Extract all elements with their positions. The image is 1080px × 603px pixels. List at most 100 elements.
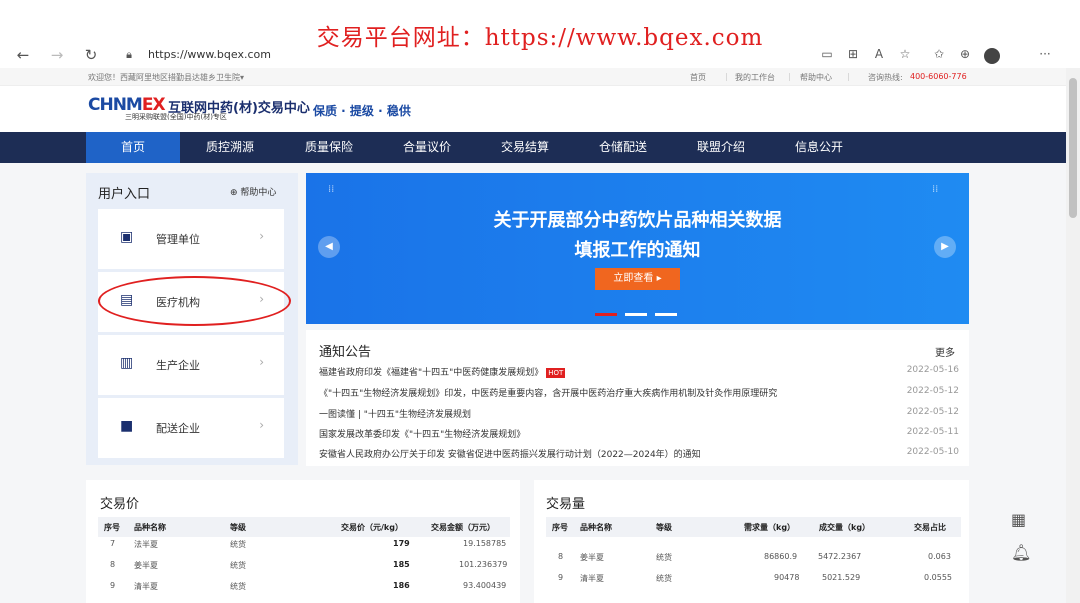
chevron-right-icon: › <box>259 418 264 432</box>
col-header: 等级 <box>230 523 246 532</box>
entry-manufacturer[interactable]: ▥ 生产企业 › <box>98 335 284 395</box>
cell: 统货 <box>230 540 246 549</box>
cell: 法半夏 <box>134 540 158 549</box>
nav-volume-bargain[interactable]: 合量议价 <box>380 132 474 163</box>
logo-sub: 三明采购联盟(全国)中药(材)专区 <box>125 113 227 121</box>
notice-date: 2022-05-10 <box>906 447 959 457</box>
separator: | <box>847 72 850 81</box>
nav-home[interactable]: 首页 <box>86 132 180 163</box>
col-header: 交易金额（万元） <box>431 523 495 532</box>
notice-text: 安徽省人民政府办公厅关于印发 安徽省促进中医药振兴发展行动计划（2022—202… <box>319 450 701 460</box>
cell: 5472.2367 <box>818 552 862 561</box>
notice-date: 2022-05-12 <box>906 407 959 417</box>
carousel-prev-icon[interactable]: ◀ <box>318 236 340 258</box>
cell: 9 <box>110 581 116 590</box>
factory-icon: ▥ <box>120 355 134 371</box>
welcome-text[interactable]: 欢迎您！西藏阿里地区措勤县达雄乡卫生院▾ <box>88 72 244 83</box>
link-home[interactable]: 首页 <box>690 72 706 83</box>
link-help[interactable]: 帮助中心 <box>800 72 832 83</box>
banner-view-button[interactable]: 立即查看 ▸ <box>595 268 680 290</box>
notice-date: 2022-05-12 <box>906 386 959 396</box>
cell: 0.063 <box>928 552 951 561</box>
help-center-link[interactable]: ⊕ 帮助中心 <box>230 185 276 198</box>
carousel-next-icon[interactable]: ▶ <box>934 236 956 258</box>
cell: 19.158785 <box>463 539 507 548</box>
entry-label: 配送企业 <box>156 422 200 435</box>
separator: | <box>788 72 791 81</box>
banner-title-line2: 填报工作的通知 <box>574 240 701 261</box>
bell-icon[interactable]: 🔔︎ <box>1011 543 1031 562</box>
chevron-right-icon: › <box>259 229 264 243</box>
notice-item[interactable]: 一图读懂 | "十四五"生物经济发展规划 2022-05-12 <box>319 407 959 422</box>
cell: 7 <box>110 539 116 548</box>
entry-delivery[interactable]: ■ 配送企业 › <box>98 398 284 458</box>
notice-item[interactable]: 安徽省人民政府办公厅关于印发 安徽省促进中医药振兴发展行动计划（2022—202… <box>319 447 959 462</box>
top-strip: 欢迎您！西藏阿里地区措勤县达雄乡卫生院▾ 首页 | 我的工作台 | 帮助中心 |… <box>0 68 1066 86</box>
chevron-right-icon: › <box>259 355 264 369</box>
cell: 8 <box>558 552 564 561</box>
main-nav: 首页 质控溯源 质量保险 合量议价 交易结算 仓储配送 联盟介绍 信息公开 <box>0 132 1066 163</box>
col-header: 需求量（kg） <box>744 523 796 532</box>
user-entry-title: 用户入口 <box>98 187 151 202</box>
cell: 9 <box>558 573 564 582</box>
separator: | <box>725 72 728 81</box>
notice-date: 2022-05-11 <box>906 427 959 437</box>
col-header: 序号 <box>104 523 120 532</box>
slogan: 保质 · 提级 · 稳供 <box>313 104 411 118</box>
notice-title: 通知公告 <box>319 345 372 360</box>
hotline-label: 咨询热线: <box>868 73 903 82</box>
building-icon: ▣ <box>120 229 134 245</box>
notice-text: 一图读懂 | "十四五"生物经济发展规划 <box>319 410 472 420</box>
col-header: 成交量（kg） <box>819 523 871 532</box>
trade-volume-title: 交易量 <box>546 497 586 512</box>
nav-quality-insurance[interactable]: 质量保险 <box>282 132 376 163</box>
cell: 86860.9 <box>764 552 798 561</box>
col-header: 序号 <box>552 523 568 532</box>
nav-storage-delivery[interactable]: 仓储配送 <box>576 132 670 163</box>
col-header: 品种名称 <box>134 523 166 532</box>
qr-code-icon[interactable]: ▦ <box>1011 510 1026 529</box>
trade-price-title: 交易价 <box>100 497 140 512</box>
cell: 185 <box>393 560 410 569</box>
nav-info-disclosure[interactable]: 信息公开 <box>772 132 866 163</box>
cell: 8 <box>110 560 116 569</box>
entry-management[interactable]: ▣ 管理单位 › <box>98 209 284 269</box>
notice-more-link[interactable]: 更多 <box>935 344 955 359</box>
carousel-dot[interactable] <box>655 313 677 316</box>
cell: 0.0555 <box>924 573 952 582</box>
grid-dots-icon: ⁞⁞ <box>932 184 939 195</box>
nav-quality-trace[interactable]: 质控溯源 <box>183 132 277 163</box>
notice-date: 2022-05-16 <box>906 365 959 375</box>
trade-volume-panel <box>534 480 969 603</box>
cell: 清半夏 <box>134 582 158 591</box>
notice-item[interactable]: 福建省政府印发《福建省"十四五"中医药健康发展规划》 HOT 2022-05-16 <box>319 365 959 380</box>
red-highlight-oval <box>98 276 291 326</box>
carousel-dot-active[interactable] <box>595 313 617 316</box>
carousel-dot[interactable] <box>625 313 647 316</box>
cell: 5021.529 <box>822 573 861 582</box>
cell: 90478 <box>774 573 800 582</box>
notice-item[interactable]: 《"十四五"生物经济发展规划》印发，中医药是重要内容，含开展中医药治疗重大疾病作… <box>319 386 959 401</box>
notice-text: 国家发展改革委印发《"十四五"生物经济发展规划》 <box>319 430 526 440</box>
link-workbench[interactable]: 我的工作台 <box>735 72 775 83</box>
trade-price-header: 序号 品种名称 等级 交易价（元/kg） 交易金额（万元） <box>98 517 510 537</box>
truck-icon: ■ <box>120 418 134 434</box>
cell: 统货 <box>230 561 246 570</box>
notice-item[interactable]: 国家发展改革委印发《"十四五"生物经济发展规划》 2022-05-11 <box>319 427 959 442</box>
grid-dots-icon: ⁞⁞ <box>328 184 335 195</box>
col-header: 等级 <box>656 523 672 532</box>
overlay-title: 交易平台网址：https://www.bqex.com <box>316 25 764 51</box>
hot-badge: HOT <box>546 368 566 378</box>
cell: 统货 <box>230 582 246 591</box>
cell: 统货 <box>656 574 672 583</box>
nav-settlement[interactable]: 交易结算 <box>478 132 572 163</box>
entry-label: 管理单位 <box>156 233 200 246</box>
col-header: 交易占比 <box>914 523 946 532</box>
cell: 姜半夏 <box>580 553 604 562</box>
nav-alliance[interactable]: 联盟介绍 <box>674 132 768 163</box>
scrollbar-thumb[interactable] <box>1069 78 1077 218</box>
hotline-number: 400-6060-776 <box>910 72 967 81</box>
notice-text: 《"十四五"生物经济发展规划》印发，中医药是重要内容，含开展中医药治疗重大疾病作… <box>319 389 778 399</box>
cell: 统货 <box>656 553 672 562</box>
notice-text: 福建省政府印发《福建省"十四五"中医药健康发展规划》 <box>319 368 544 378</box>
